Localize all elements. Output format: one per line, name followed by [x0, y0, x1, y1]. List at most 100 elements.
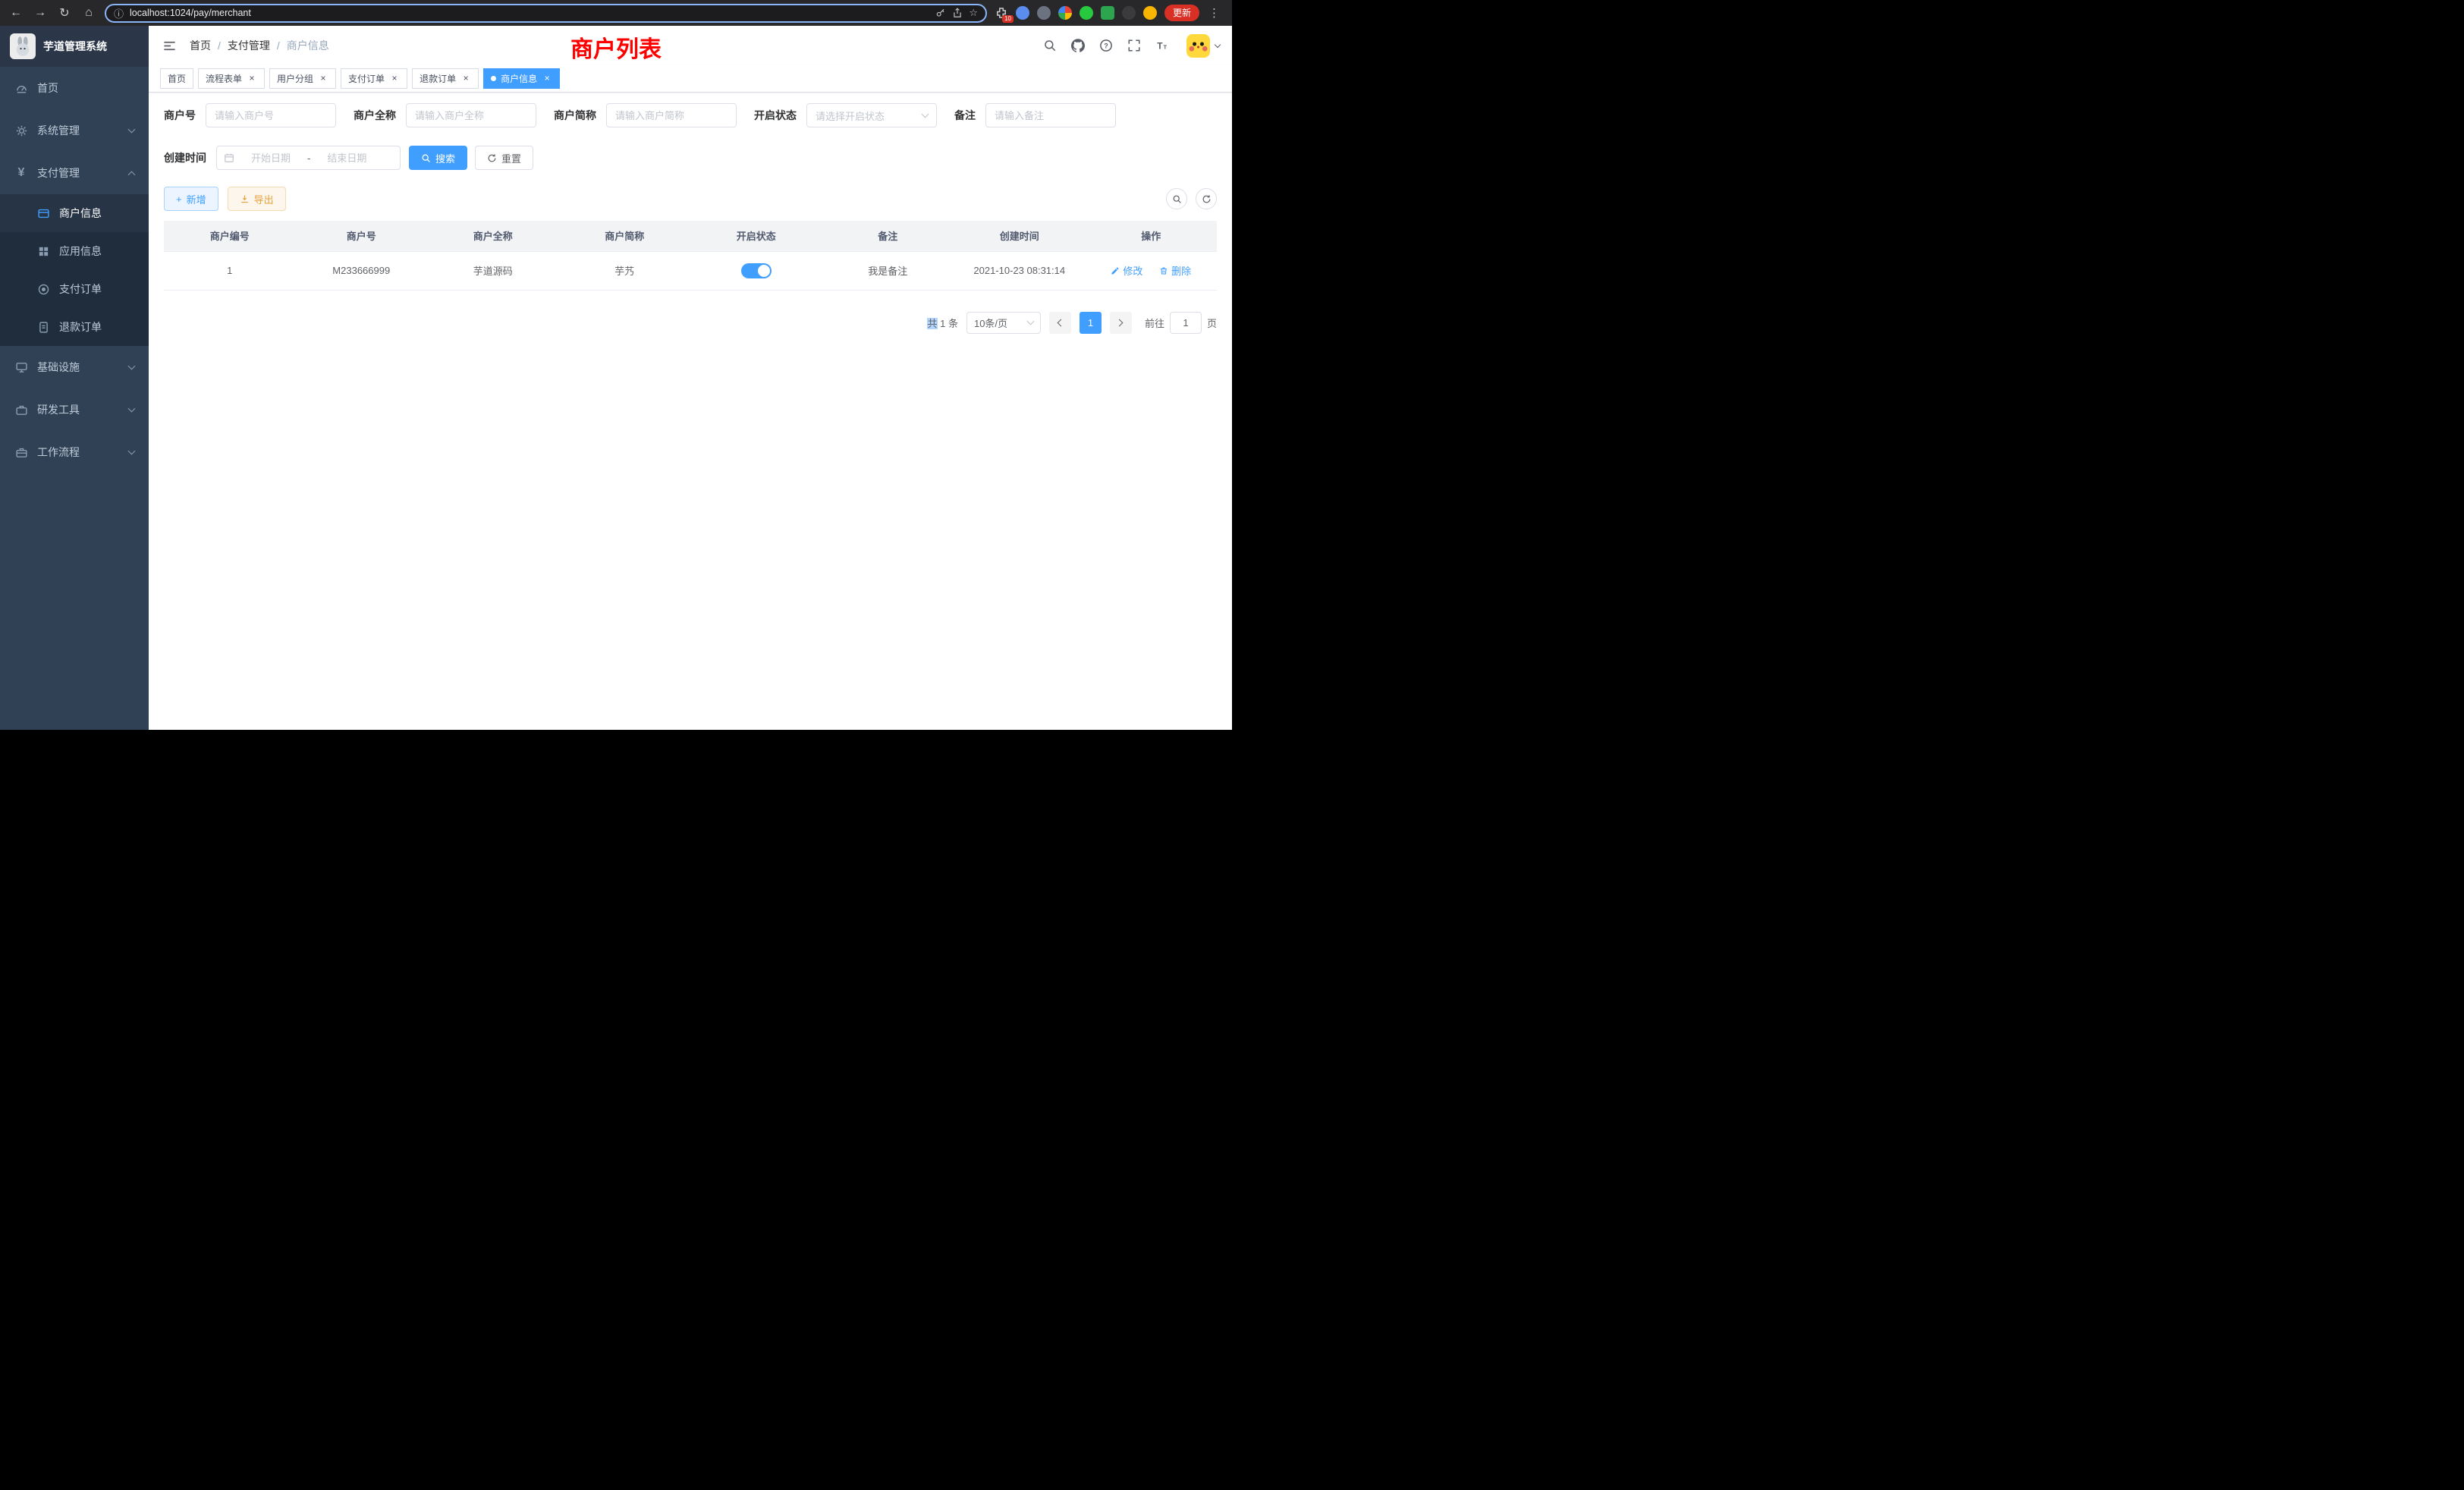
field-label: 商户号: [164, 108, 196, 123]
extension-icon[interactable]: [1058, 6, 1072, 20]
share-icon[interactable]: [952, 8, 963, 18]
export-button[interactable]: 导出: [228, 187, 286, 211]
table-header: 商户编号 商户号 商户全称 商户简称 开启状态 备注 创建时间 操作: [164, 221, 1217, 251]
cell-index: 1: [164, 251, 296, 290]
sidebar-item-label: 支付管理: [37, 165, 120, 181]
field-label: 开启状态: [754, 108, 797, 123]
tab-label: 首页: [168, 72, 186, 85]
sidebar-item-label: 应用信息: [59, 244, 134, 259]
remark-input[interactable]: [985, 103, 1116, 127]
trash-icon: [1159, 266, 1168, 275]
full-name-input[interactable]: [406, 103, 536, 127]
close-icon[interactable]: ×: [389, 74, 400, 84]
extension-icon[interactable]: [1037, 6, 1051, 20]
extension-icon[interactable]: [1016, 6, 1029, 20]
chevron-down-icon: [128, 362, 136, 369]
password-key-icon[interactable]: [935, 8, 946, 18]
sidebar-item-workflow[interactable]: 工作流程: [0, 431, 149, 473]
bookmark-star-icon[interactable]: ☆: [969, 7, 978, 19]
tab-home[interactable]: 首页: [160, 68, 193, 89]
chevron-up-icon: [128, 171, 136, 178]
field-label: 创建时间: [164, 150, 206, 165]
add-button[interactable]: + 新增: [164, 187, 218, 211]
main-area: 首页 / 支付管理 / 商户信息 ?: [149, 26, 1232, 730]
calendar-icon: [224, 152, 234, 163]
address-bar[interactable]: ⓘ localhost:1024/pay/merchant ☆: [105, 4, 987, 23]
reset-button[interactable]: 重置: [475, 146, 533, 170]
breadcrumb-separator: /: [218, 39, 221, 52]
url-text[interactable]: localhost:1024/pay/merchant: [130, 8, 929, 18]
close-icon[interactable]: ×: [247, 74, 257, 84]
hamburger-icon[interactable]: [161, 37, 178, 54]
sidebar-item-refund-order[interactable]: 退款订单: [0, 308, 149, 346]
back-icon[interactable]: ←: [8, 5, 24, 21]
reload-icon[interactable]: ↻: [56, 5, 73, 21]
page-number-button[interactable]: 1: [1080, 312, 1102, 334]
sidebar-item-infrastructure[interactable]: 基础设施: [0, 346, 149, 388]
extensions-puzzle-icon[interactable]: 10: [995, 6, 1008, 20]
screen-bottom-strip: [0, 730, 1232, 745]
fullscreen-icon[interactable]: [1126, 37, 1142, 54]
page-size-select[interactable]: 10条/页: [966, 312, 1041, 334]
sidebar-item-home[interactable]: 首页: [0, 67, 149, 109]
extension-icon[interactable]: [1080, 6, 1093, 20]
app-window: 芋道管理系统 首页 系统管理 ¥: [0, 26, 1232, 730]
start-date-input[interactable]: [240, 152, 302, 164]
extension-icon[interactable]: [1101, 6, 1114, 20]
extension-icon[interactable]: [1143, 6, 1157, 20]
extension-icon[interactable]: [1122, 6, 1136, 20]
sidebar-item-merchant-info[interactable]: 商户信息: [0, 194, 149, 232]
forward-icon[interactable]: →: [32, 5, 49, 21]
col-header: 商户号: [296, 221, 428, 251]
edit-button[interactable]: 修改: [1111, 263, 1142, 278]
merchant-no-input[interactable]: [206, 103, 336, 127]
sidebar: 芋道管理系统 首页 系统管理 ¥: [0, 26, 149, 730]
tab-user-group[interactable]: 用户分组 ×: [269, 68, 336, 89]
sidebar-menu: 首页 系统管理 ¥ 支付管理: [0, 67, 149, 473]
sidebar-item-label: 工作流程: [37, 445, 120, 460]
tab-process-form[interactable]: 流程表单 ×: [198, 68, 265, 89]
delete-button[interactable]: 删除: [1159, 263, 1191, 278]
next-page-button[interactable]: [1110, 312, 1132, 334]
tab-pay-order[interactable]: 支付订单 ×: [341, 68, 407, 89]
font-size-icon[interactable]: TT: [1154, 37, 1171, 54]
user-menu[interactable]: [1186, 34, 1220, 58]
short-name-input[interactable]: [606, 103, 737, 127]
select-placeholder: 请选择开启状态: [816, 108, 885, 123]
site-info-icon[interactable]: ⓘ: [114, 6, 124, 20]
help-icon[interactable]: ?: [1098, 37, 1114, 54]
home-icon[interactable]: ⌂: [80, 5, 97, 21]
sidebar-item-devtools[interactable]: 研发工具: [0, 388, 149, 431]
close-icon[interactable]: ×: [318, 74, 328, 84]
tab-label: 商户信息: [501, 72, 537, 85]
toggle-search-icon[interactable]: [1166, 188, 1187, 209]
breadcrumb-home[interactable]: 首页: [190, 38, 211, 53]
sidebar-item-app-info[interactable]: 应用信息: [0, 232, 149, 270]
refresh-table-icon[interactable]: [1196, 188, 1217, 209]
tab-merchant-info[interactable]: 商户信息 ×: [483, 68, 560, 89]
dashboard-icon: [14, 81, 28, 95]
tab-refund-order[interactable]: 退款订单 ×: [412, 68, 479, 89]
status-toggle[interactable]: [741, 263, 772, 278]
end-date-input[interactable]: [316, 152, 378, 164]
sidebar-item-payment[interactable]: ¥ 支付管理: [0, 152, 149, 194]
github-icon[interactable]: [1070, 37, 1086, 54]
sidebar-item-system[interactable]: 系统管理: [0, 109, 149, 152]
chrome-update-button[interactable]: 更新: [1164, 5, 1199, 21]
browser-menu-icon[interactable]: ⋮: [1207, 6, 1221, 20]
app-logo[interactable]: 芋道管理系统: [0, 26, 149, 67]
breadcrumb-payment[interactable]: 支付管理: [228, 38, 270, 53]
search-icon[interactable]: [1042, 37, 1058, 54]
date-range-picker[interactable]: -: [216, 146, 401, 170]
avatar[interactable]: [1186, 34, 1210, 58]
close-icon[interactable]: ×: [460, 74, 471, 84]
goto-page-input[interactable]: [1170, 312, 1202, 334]
prev-page-button[interactable]: [1049, 312, 1071, 334]
filter-status: 开启状态 请选择开启状态: [754, 103, 937, 127]
gear-icon: [14, 124, 28, 137]
close-icon[interactable]: ×: [542, 74, 552, 84]
filter-row-1: 商户号 商户全称 商户简称 开启状态 请选择开启状态: [164, 103, 1217, 127]
status-select[interactable]: 请选择开启状态: [806, 103, 937, 127]
search-button[interactable]: 搜索: [409, 146, 467, 170]
sidebar-item-pay-order[interactable]: 支付订单: [0, 270, 149, 308]
